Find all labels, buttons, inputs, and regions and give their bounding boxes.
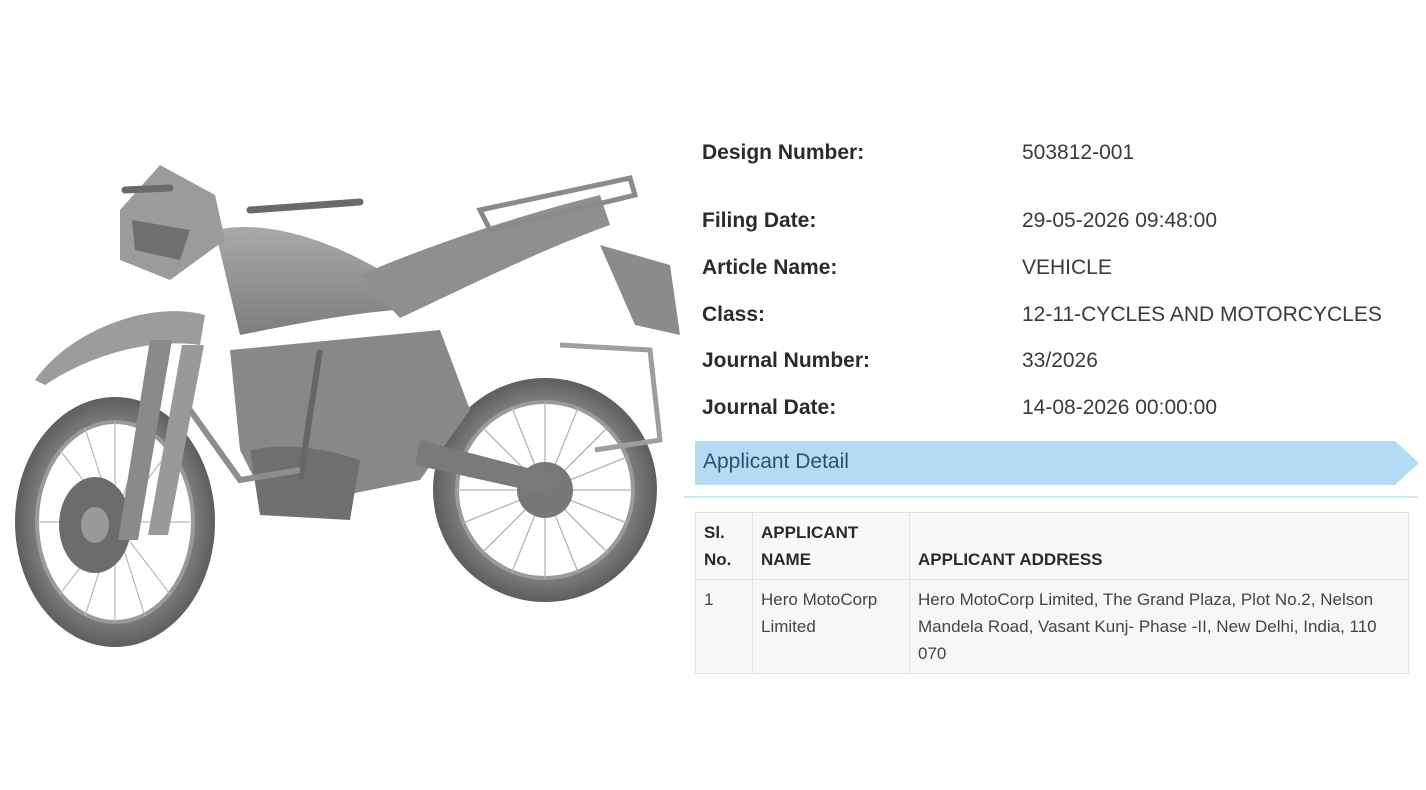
applicant-table: Sl. No. APPLICANT NAME APPLICANT ADDRESS…	[695, 512, 1409, 674]
cell-sl-no: 1	[695, 579, 753, 674]
table-row: 1 Hero MotoCorp Limited Hero MotoCorp Li…	[695, 579, 1409, 674]
field-value: 12-11-CYCLES AND MOTORCYCLES	[1022, 303, 1382, 326]
header-applicant-address: APPLICANT ADDRESS	[909, 512, 1409, 580]
table-header-row: Sl. No. APPLICANT NAME APPLICANT ADDRESS	[695, 512, 1409, 580]
field-label: Journal Number:	[702, 349, 871, 372]
cell-applicant-address: Hero MotoCorp Limited, The Grand Plaza, …	[909, 579, 1409, 674]
motorcycle-drawing	[15, 165, 680, 647]
cell-applicant-name: Hero MotoCorp Limited	[752, 579, 910, 674]
field-value: 503812-001	[1022, 141, 1135, 164]
field-label: Filing Date:	[702, 209, 817, 232]
field-value: 14-08-2026 00:00:00	[1022, 396, 1217, 419]
applicant-detail-title: Applicant Detail	[703, 450, 849, 473]
field-label: Journal Date:	[702, 396, 837, 419]
field-label: Article Name:	[702, 256, 838, 279]
section-divider	[684, 496, 1418, 498]
field-value: VEHICLE	[1022, 256, 1112, 279]
motorcycle-design-figure	[0, 150, 690, 670]
header-applicant-name: APPLICANT NAME	[752, 512, 910, 580]
field-value: 33/2026	[1022, 349, 1098, 372]
applicant-detail-banner: Applicant Detail	[695, 441, 1419, 485]
header-sl-no: Sl. No.	[695, 512, 753, 580]
field-value: 29-05-2026 09:48:00	[1022, 209, 1217, 232]
field-label: Class:	[702, 303, 766, 326]
field-label: Design Number:	[702, 141, 865, 164]
